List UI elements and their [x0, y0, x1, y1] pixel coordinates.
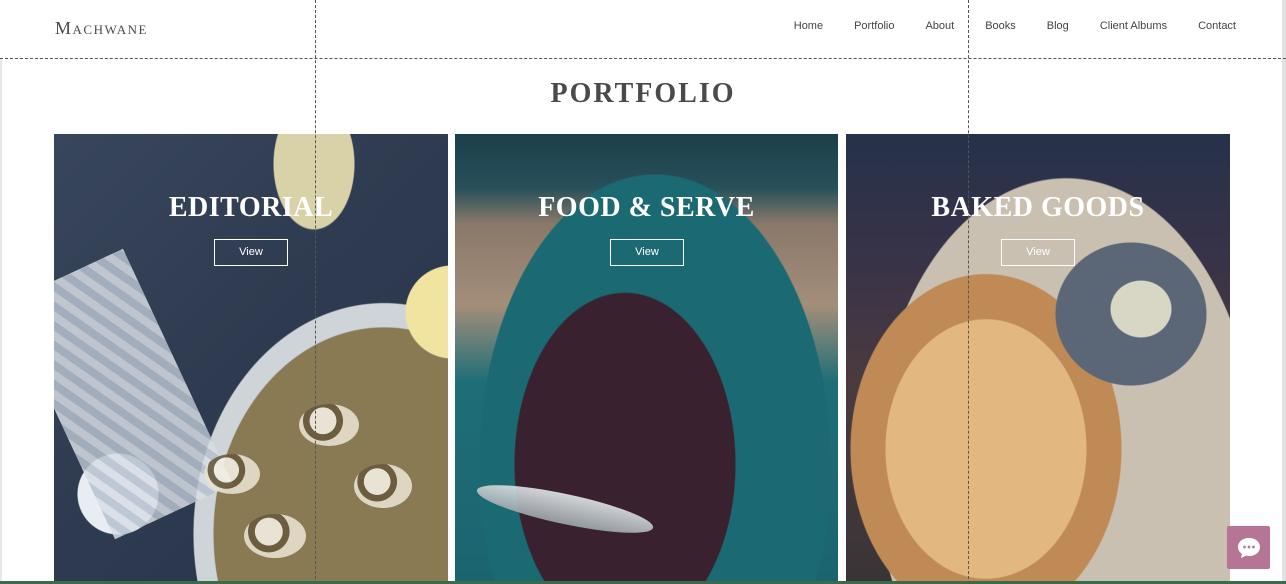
nav-item-home[interactable]: Home	[794, 20, 823, 32]
portfolio-card-food-serve[interactable]: FOOD & SERVE View	[455, 134, 838, 584]
card-title-food-serve: FOOD & SERVE	[538, 192, 755, 223]
clam-image-detail	[354, 464, 412, 508]
main-nav: Home Portfolio About Books Blog Client A…	[763, 20, 1236, 32]
nav-item-contact[interactable]: Contact	[1198, 20, 1236, 32]
nav-item-portfolio[interactable]: Portfolio	[854, 20, 894, 32]
card-title-baked-goods: BAKED GOODS	[931, 192, 1145, 223]
site-header: Machwane Home Portfolio About Books Blog…	[0, 0, 1286, 58]
editor-guide-vertical-left	[315, 0, 316, 584]
clam-image-detail	[204, 454, 260, 494]
view-button-food-serve[interactable]: View	[610, 239, 684, 266]
editor-guide-horizontal	[0, 58, 1286, 59]
page-title: PORTFOLIO	[550, 78, 736, 109]
nav-item-client-albums[interactable]: Client Albums	[1100, 20, 1167, 32]
portfolio-card-editorial[interactable]: EDITORIAL View	[54, 134, 448, 584]
site-logo[interactable]: Machwane	[55, 18, 148, 39]
nav-item-about[interactable]: About	[925, 20, 954, 32]
view-button-baked-goods[interactable]: View	[1001, 239, 1075, 266]
editor-guide-vertical-right	[968, 0, 969, 584]
portfolio-card-baked-goods[interactable]: BAKED GOODS View	[846, 134, 1230, 584]
card-title-editorial: EDITORIAL	[168, 192, 334, 223]
clam-image-detail	[299, 404, 359, 446]
chat-button[interactable]	[1227, 526, 1270, 569]
nav-item-blog[interactable]: Blog	[1047, 20, 1069, 32]
page-frame-right	[1282, 0, 1286, 584]
chat-bubble-icon	[1237, 537, 1260, 558]
clam-image-detail	[244, 514, 306, 558]
view-button-editorial[interactable]: View	[214, 239, 288, 266]
nav-item-books[interactable]: Books	[985, 20, 1016, 32]
